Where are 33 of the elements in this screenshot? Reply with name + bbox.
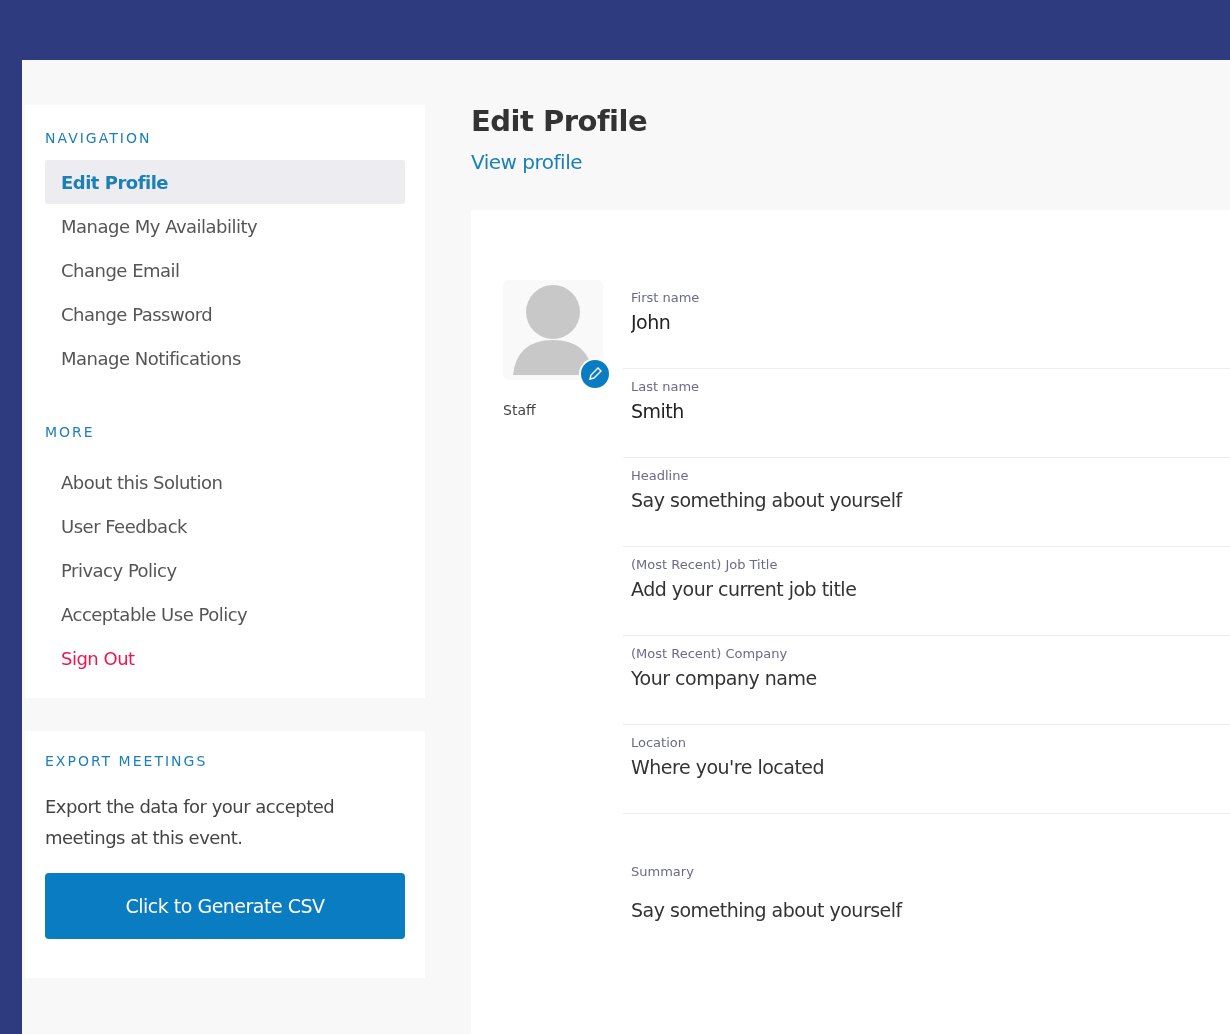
field-label: Location: [631, 735, 687, 750]
view-profile-link[interactable]: View profile: [471, 150, 582, 174]
field-label: Headline: [631, 468, 690, 483]
nav-item[interactable]: User Feedback: [45, 504, 405, 548]
nav-item[interactable]: About this Solution: [45, 460, 405, 504]
edit-icon[interactable]: [579, 358, 611, 390]
generate-csv-button[interactable]: Click to Generate CSV: [45, 873, 405, 939]
nav-item[interactable]: Privacy Policy: [45, 548, 405, 592]
field-label: First name: [631, 290, 701, 305]
input-field[interactable]: Say something about yourself: [631, 893, 1131, 921]
field-label: (Most Recent) Company: [631, 646, 789, 661]
input-field[interactable]: Where you're located: [631, 750, 1131, 778]
input-field[interactable]: Your company name: [631, 661, 1131, 689]
input-field[interactable]: Add your current job title: [631, 572, 1131, 600]
nav-item[interactable]: Change Password: [45, 292, 405, 336]
export-description: Export the data for your accepted meetings at this event.: [45, 795, 336, 850]
nav-item[interactable]: Manage Notifications: [45, 336, 405, 380]
nav-item[interactable]: Change Email: [45, 248, 405, 292]
nav-item[interactable]: Acceptable Use Policy: [45, 592, 405, 636]
field-label: Last name: [631, 379, 701, 394]
page-title: Edit Profile: [471, 104, 648, 138]
role-caption: Staff: [503, 402, 537, 418]
section-heading: EXPORT MEETINGS: [45, 753, 209, 769]
field-label: (Most Recent) Job Title: [631, 557, 779, 572]
input-field[interactable]: Say something about yourself: [631, 483, 1131, 511]
input-field[interactable]: Smith: [631, 394, 1131, 422]
section-heading: MORE: [45, 424, 96, 440]
section-heading: NAVIGATION: [45, 130, 153, 146]
nav-item[interactable]: Edit Profile: [45, 160, 405, 204]
field-label: Summary: [631, 864, 695, 879]
sign-out-link[interactable]: Sign Out: [45, 636, 405, 680]
nav-item[interactable]: Manage My Availability: [45, 204, 405, 248]
avatar-icon: [503, 280, 603, 380]
